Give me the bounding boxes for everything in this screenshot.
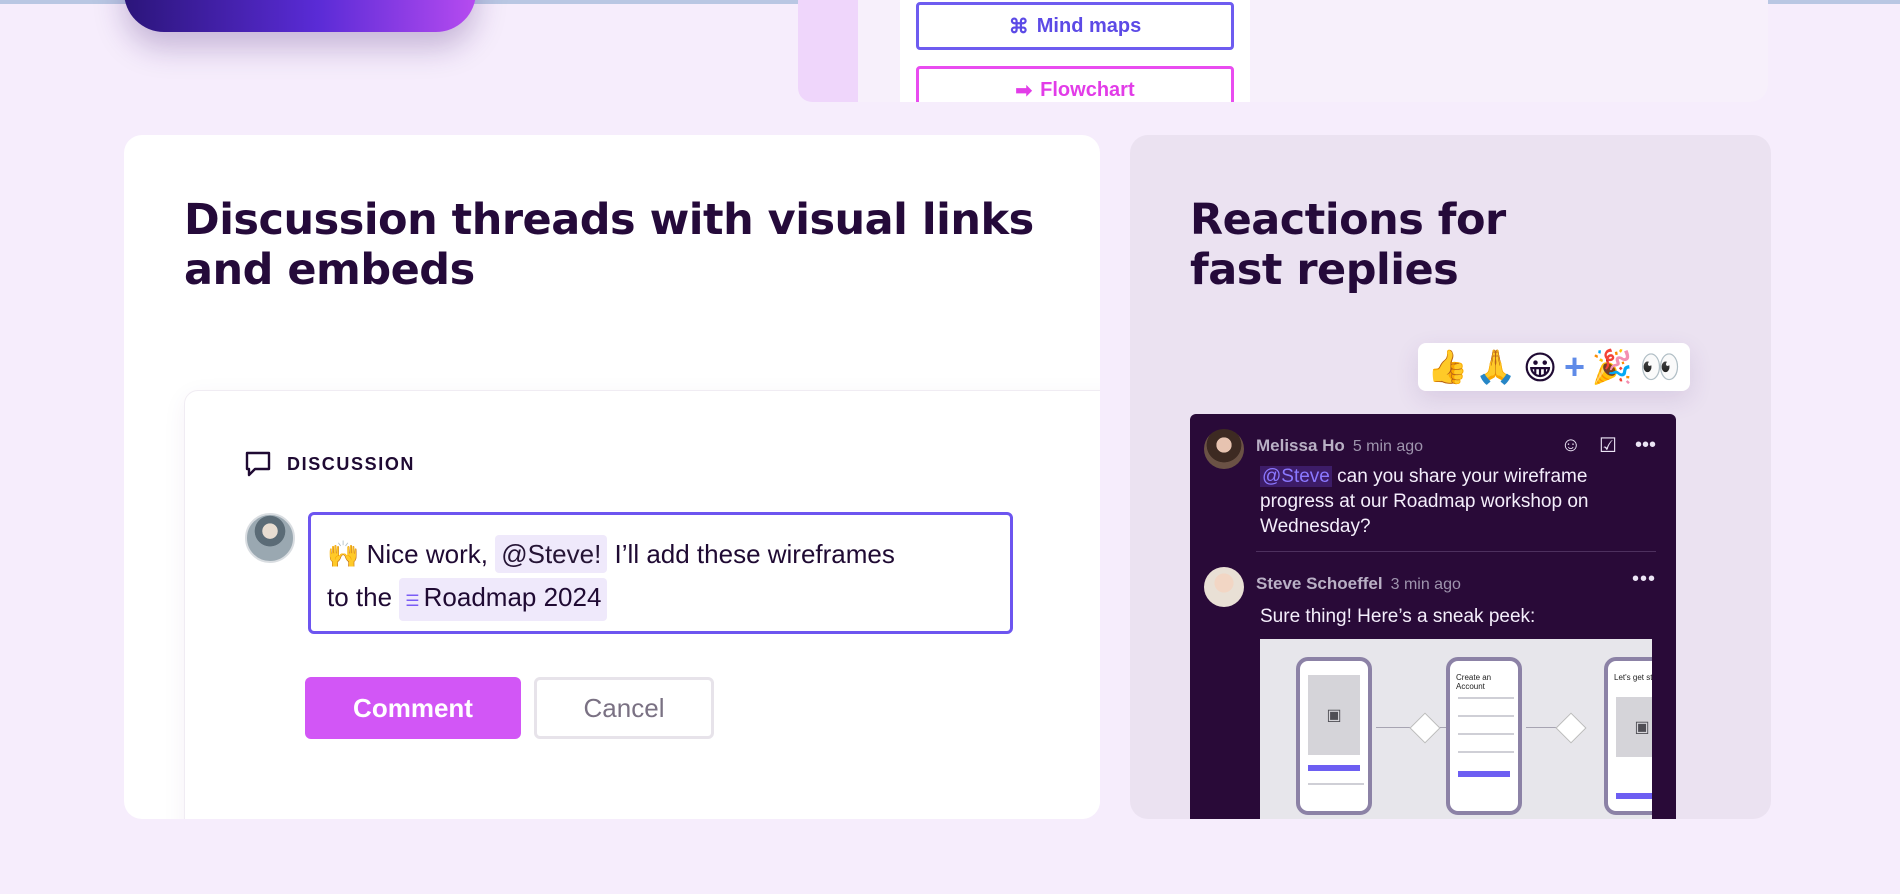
- reactions-card-title: Reactions for fast replies: [1190, 195, 1506, 295]
- message-meta: Steve Schoeffel 3 min ago: [1256, 574, 1461, 594]
- discussion-label: DISCUSSION: [287, 453, 416, 474]
- reaction-picker: 👍 🙏 😀 + 🎉 👀: [1418, 343, 1690, 391]
- smile-reaction[interactable]: 😀: [1523, 348, 1557, 387]
- wireframe-phone: Let's get st ▣: [1604, 657, 1652, 815]
- emoji-icon[interactable]: ☺: [1561, 434, 1581, 457]
- comment-input[interactable]: 🙌 Nice work, @Steve! I’ll add these wire…: [308, 512, 1013, 634]
- wireframe-preview-image[interactable]: ▣ Create an Account Let's get st ▣: [1260, 639, 1652, 819]
- wireframe-line: [1458, 751, 1514, 753]
- mind-maps-label: Mind maps: [1036, 14, 1142, 37]
- party-popper-reaction[interactable]: 🎉: [1592, 347, 1633, 387]
- roadmap-link-chip[interactable]: ☰ Roadmap 2024: [399, 578, 608, 621]
- wireframe-phone: ▣: [1296, 657, 1372, 815]
- folded-hands-reaction[interactable]: 🙏: [1475, 347, 1516, 387]
- wireframe-button-bar: [1458, 771, 1510, 777]
- mind-map-icon: ⌘: [1008, 15, 1029, 38]
- chat-thread: Melissa Ho 5 min ago ☺ ☑ ••• @Steve can …: [1190, 414, 1676, 819]
- message-time: 3 min ago: [1390, 576, 1461, 593]
- eyes-reaction[interactable]: 👀: [1640, 347, 1681, 387]
- diagram-type-list: ⌘ Mind maps ➡ Flowchart: [900, 0, 1250, 102]
- mention-chip[interactable]: @Steve!: [495, 535, 608, 573]
- image-placeholder-icon: ▣: [1308, 675, 1360, 755]
- reactions-feature-card: Reactions for fast replies 👍 🙏 😀 + 🎉 👀 M…: [1130, 135, 1771, 819]
- avatar: [1204, 567, 1244, 607]
- message-text: @Steve can you share your wireframe prog…: [1260, 464, 1640, 539]
- more-icon[interactable]: •••: [1632, 568, 1656, 591]
- flowchart-button[interactable]: ➡ Flowchart: [916, 66, 1234, 102]
- wireframe-phone: Create an Account: [1446, 657, 1522, 815]
- decision-diamond: [1409, 712, 1441, 744]
- image-placeholder-icon: ▣: [1616, 697, 1652, 757]
- raising-hands-emoji: 🙌: [327, 539, 360, 569]
- more-icon[interactable]: •••: [1635, 434, 1656, 457]
- roadmap-link-label: Roadmap 2024: [423, 582, 602, 612]
- comment-text-middle: I’ll add these wireframes: [614, 539, 895, 569]
- flowchart-arrow-icon: ➡: [1015, 79, 1033, 102]
- mind-maps-button[interactable]: ⌘ Mind maps: [916, 2, 1234, 50]
- flow-connector: [1526, 727, 1556, 728]
- decision-diamond: [1555, 712, 1587, 744]
- wireframe-line: [1308, 783, 1364, 785]
- comment-button[interactable]: Comment: [305, 677, 521, 739]
- wireframe-button-bar: [1308, 765, 1360, 771]
- flowchart-label: Flowchart: [1040, 78, 1135, 101]
- upper-panel-strip: [798, 0, 858, 102]
- resolve-icon[interactable]: ☑: [1599, 433, 1617, 458]
- wireframe-line: [1458, 697, 1514, 699]
- mention-chip[interactable]: @Steve: [1260, 466, 1332, 487]
- hero-gradient-card: [124, 0, 476, 32]
- avatar: [245, 513, 295, 563]
- comment-text-start: Nice work,: [366, 539, 488, 569]
- message-meta: Melissa Ho 5 min ago: [1256, 436, 1423, 456]
- create-account-title: Create an Account: [1456, 673, 1492, 691]
- discussion-feature-card: Discussion threads with visual links and…: [124, 135, 1100, 819]
- cancel-button[interactable]: Cancel: [534, 677, 714, 739]
- message-time: 5 min ago: [1352, 438, 1424, 455]
- comment-text-line2: to the: [327, 582, 393, 612]
- author-name: Melissa Ho: [1256, 436, 1345, 455]
- avatar: [1204, 429, 1244, 469]
- wireframe-button-bar: [1616, 793, 1652, 799]
- message-toolbar: ☺ ☑ •••: [1543, 433, 1656, 458]
- flow-connector: [1376, 727, 1410, 728]
- message-body: Sure thing! Here’s a sneak peek:: [1260, 606, 1536, 627]
- wireframe-line: [1458, 733, 1514, 735]
- discussion-card-title: Discussion threads with visual links and…: [184, 195, 1034, 295]
- thumbs-up-reaction[interactable]: 👍: [1427, 347, 1468, 387]
- comment-bubble-icon: [245, 451, 271, 477]
- message-divider: [1256, 551, 1656, 552]
- discussion-header: DISCUSSION: [243, 449, 415, 479]
- author-name: Steve Schoeffel: [1256, 574, 1383, 593]
- wireframe-line: [1458, 715, 1514, 717]
- roadmap-icon: ☰: [405, 593, 420, 610]
- lets-get-started-title: Let's get st: [1614, 673, 1652, 682]
- discussion-panel: DISCUSSION 🙌 Nice work, @Steve! I’ll add…: [184, 390, 1100, 819]
- add-reaction-icon[interactable]: +: [1564, 346, 1585, 388]
